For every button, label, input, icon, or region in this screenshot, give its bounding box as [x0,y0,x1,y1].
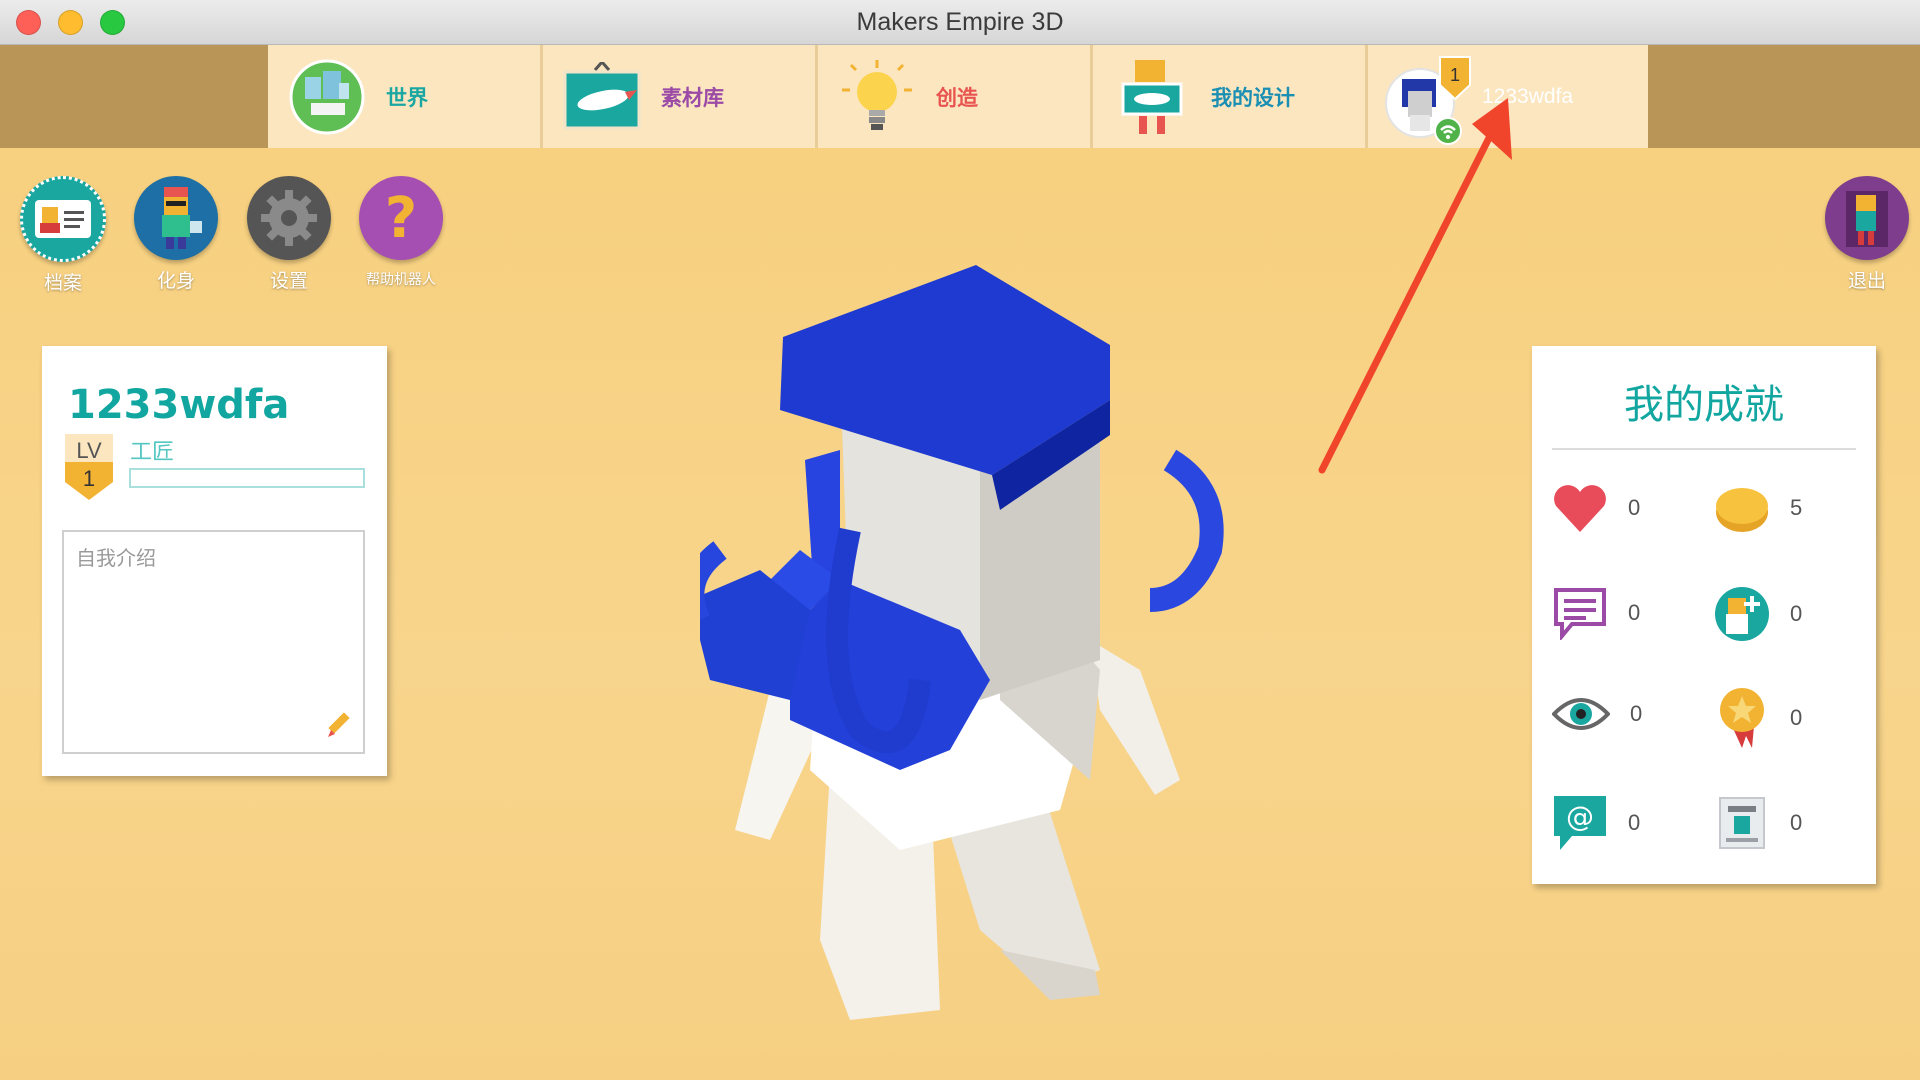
help-bot-button-label: 帮助机器人 [366,272,436,288]
achievements-title: 我的成就 [1624,382,1784,428]
my-designs-icon [1113,58,1191,136]
tab-world[interactable]: 世界 [268,45,543,148]
exit-door-icon [1825,176,1909,260]
tab-my-designs-label: 我的设计 [1211,85,1295,110]
profile-button-label: 档案 [43,272,82,294]
tab-create[interactable]: 创造 [818,45,1093,148]
coin-icon [1716,488,1768,532]
level-label: LV [76,438,102,463]
xp-progress-bar [129,468,365,488]
mention-icon: @ [1554,796,1606,850]
minimize-window-button[interactable] [58,10,83,35]
add-friend-icon [1715,587,1769,641]
settings-button[interactable]: 设置 [244,176,334,293]
settings-button-label: 设置 [269,270,308,292]
tab-library[interactable]: 素材库 [543,45,818,148]
comment-icon [1554,588,1606,640]
level-shield-icon: 1 [1439,55,1471,100]
logout-button[interactable]: 退出 [1822,176,1912,293]
world-icon [288,58,366,136]
achievement-likes[interactable]: 0 [1552,482,1640,534]
rank-title: 工匠 [130,440,175,465]
mentions-count: 0 [1628,810,1641,835]
likes-count: 0 [1628,495,1641,520]
medal-icon [1720,688,1764,748]
gear-icon [247,176,331,260]
coins-count: 5 [1790,495,1803,520]
achievement-awards[interactable]: 0 [1714,686,1802,750]
bio-textarea[interactable]: 自我介绍 [62,530,365,754]
achievements-card: 我的成就 0 5 0 0 0 0 @ 0 0 [1532,346,1876,884]
online-wifi-icon [1434,116,1462,145]
achievement-views[interactable]: 0 [1552,692,1642,736]
level-value: 1 [82,466,96,491]
zoom-window-button[interactable] [100,10,125,35]
achievement-coins[interactable]: 5 [1714,482,1802,534]
edit-pencil-icon[interactable] [325,710,355,744]
printer-icon [1719,797,1765,849]
close-window-button[interactable] [16,10,41,35]
avatar-3d-render[interactable] [700,250,1260,1020]
profile-card: 1233wdfa LV 1 工匠 自我介绍 [42,346,387,776]
window-controls [16,10,125,35]
tab-library-label: 素材库 [661,85,724,110]
profile-username: 1233wdfa [68,382,290,428]
tab-create-label: 创造 [936,85,978,110]
prints-count: 0 [1790,810,1803,835]
help-bot-button[interactable]: ? 帮助机器人 [356,176,446,289]
lightbulb-icon [838,58,916,136]
main-nav: 世界 素材库 创造 我的设计 1 1233wdfa [268,45,1648,148]
user-avatar: 1 [1384,55,1471,145]
followers-count: 0 [1790,601,1803,626]
avatar-icon [134,176,218,260]
profile-button[interactable]: 档案 [18,176,108,295]
profile-card-icon [20,176,106,262]
avatar-button[interactable]: 化身 [131,176,221,293]
achievements-divider [1552,448,1856,450]
views-count: 0 [1630,701,1643,726]
tab-user-profile[interactable]: 1 1233wdfa [1368,45,1648,148]
achievement-prints[interactable]: 0 [1714,794,1802,852]
svg-text:1: 1 [1450,65,1460,85]
window-titlebar: Makers Empire 3D [0,0,1920,45]
achievement-followers[interactable]: 0 [1714,586,1802,642]
awards-count: 0 [1790,705,1803,730]
tab-world-label: 世界 [386,85,428,110]
achievement-mentions[interactable]: @ 0 [1552,794,1640,852]
logout-button-label: 退出 [1847,270,1886,292]
svg-text:@: @ [1566,800,1594,833]
comments-count: 0 [1628,600,1641,625]
eye-icon [1552,698,1610,730]
heart-icon [1554,485,1606,532]
user-tab-name: 1233wdfa [1482,84,1574,108]
achievement-comments[interactable]: 0 [1552,586,1640,640]
help-icon: ? [359,176,443,260]
avatar-button-label: 化身 [156,270,195,292]
window-title: Makers Empire 3D [856,7,1064,36]
level-badge: LV 1 [63,432,115,502]
library-icon [563,58,641,136]
tab-my-designs[interactable]: 我的设计 [1093,45,1368,148]
bio-placeholder: 自我介绍 [76,546,156,570]
